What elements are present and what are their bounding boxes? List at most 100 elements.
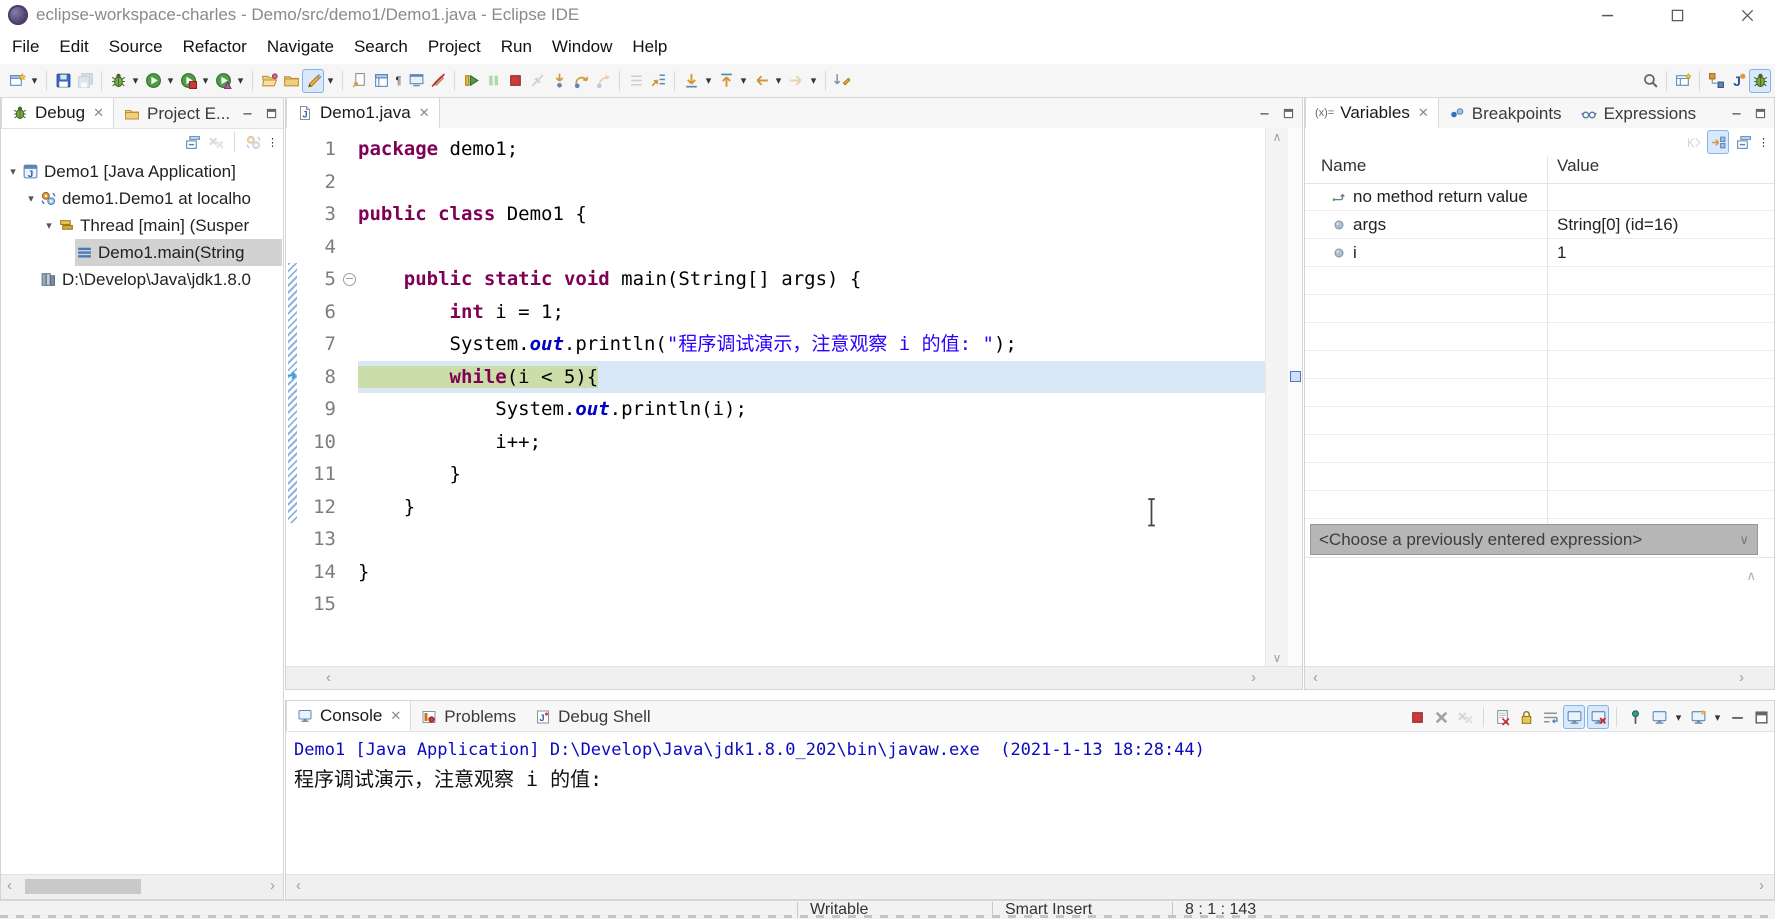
code-line-13[interactable]: 13 [300, 523, 1267, 556]
link-with-editor-icon[interactable] [348, 69, 370, 93]
code-line-8[interactable]: 8 while(i < 5){ [300, 360, 1267, 393]
java-perspective-icon[interactable]: J [1727, 69, 1749, 93]
show-type-names-icon[interactable]: K [1682, 130, 1704, 154]
show-stderr-console-icon[interactable] [1587, 705, 1609, 729]
previous-annotation-menu-icon[interactable]: ▾ [737, 69, 750, 93]
show-whitespace-icon[interactable]: ¶ [392, 69, 405, 93]
minimize-icon[interactable] [1726, 705, 1748, 729]
back-icon[interactable] [750, 69, 772, 93]
expander-icon[interactable]: ▾ [41, 219, 57, 232]
scroll-left-icon[interactable]: ‹ [1313, 669, 1318, 686]
close-tab-icon[interactable]: ✕ [419, 105, 430, 121]
maximize-window-button[interactable] [1666, 4, 1688, 26]
menu-source[interactable]: Source [99, 37, 173, 57]
resume-icon[interactable] [460, 69, 482, 93]
word-wrap-icon[interactable] [1539, 705, 1561, 729]
toggle-mark-occurrences-icon[interactable] [302, 68, 324, 93]
close-window-button[interactable] [1736, 4, 1758, 26]
pin-console-icon[interactable] [1624, 705, 1646, 729]
tree-item[interactable]: ▾ J Demo1 [Java Application] [1, 158, 282, 185]
line-number[interactable]: 7 [300, 328, 341, 361]
tab-problems[interactable]: Problems [411, 702, 525, 731]
terminate-icon[interactable] [504, 69, 526, 93]
maximize-icon[interactable] [1750, 705, 1772, 729]
open-console-menu-icon[interactable]: ▾ [1711, 705, 1724, 729]
expander-icon[interactable]: ▾ [5, 165, 21, 178]
scrollbar-thumb[interactable] [25, 879, 141, 894]
view-menu-icon[interactable]: ⋮ [1757, 130, 1770, 154]
maximize-view-icon[interactable] [1752, 105, 1768, 121]
back-menu-icon[interactable]: ▾ [772, 69, 785, 93]
line-number[interactable]: 11 [300, 458, 341, 491]
previous-annotation-icon[interactable] [715, 69, 737, 93]
open-console-icon[interactable] [1687, 705, 1709, 729]
tab-project-explorer[interactable]: Project E... [114, 99, 239, 128]
code-line-4[interactable]: 4 [300, 231, 1267, 264]
variable-detail-pane[interactable]: ∧ [1305, 557, 1774, 667]
open-perspective-icon[interactable] [1672, 69, 1694, 93]
forward-menu-icon[interactable]: ▾ [807, 69, 820, 93]
minimize-view-icon[interactable] [1256, 105, 1272, 121]
chevron-down-icon[interactable]: ∨ [1739, 532, 1757, 548]
code-line-10[interactable]: 10 i++; [300, 426, 1267, 459]
variable-row-i[interactable]: i1 [1305, 239, 1774, 267]
code-line-6[interactable]: 6 int i = 1; [300, 296, 1267, 329]
tab-expressions[interactable]: Expressions [1571, 99, 1706, 128]
menu-help[interactable]: Help [622, 37, 677, 57]
variables-hscrollbar[interactable]: ‹ › [1305, 666, 1774, 689]
scroll-right-icon[interactable]: › [270, 877, 275, 894]
scroll-left-icon[interactable]: ‹ [326, 669, 331, 686]
remove-all-launches-icon[interactable] [1454, 705, 1476, 729]
run-icon[interactable] [142, 69, 164, 93]
line-number[interactable]: 12 [300, 491, 341, 524]
disconnect-icon[interactable] [526, 69, 548, 93]
step-into-icon[interactable] [548, 69, 570, 93]
remove-launch-icon[interactable] [1430, 705, 1452, 729]
forward-icon[interactable] [785, 69, 807, 93]
tree-item[interactable]: ▾ demo1.Demo1 at localho [1, 185, 282, 212]
minimize-window-button[interactable] [1596, 4, 1618, 26]
menu-file[interactable]: File [2, 37, 49, 57]
code-line-15[interactable]: 15 [300, 588, 1267, 621]
line-number[interactable]: 4 [300, 231, 341, 264]
code-line-3[interactable]: 3 public class Demo1 { [300, 198, 1267, 231]
new-wizard-menu-icon[interactable]: ▾ [28, 69, 41, 93]
code-editor[interactable]: 1 package demo1; 2 3 public class Demo1 {4 5 … [286, 128, 1267, 667]
editor-vscrollbar[interactable]: ∧ ∨ [1265, 128, 1288, 667]
block-selection-icon[interactable] [427, 69, 449, 93]
debug-icon[interactable] [107, 69, 129, 93]
last-edit-location-icon[interactable] [831, 69, 853, 93]
console-hscrollbar[interactable]: ‹ › [286, 874, 1774, 899]
profile-icon[interactable] [212, 69, 234, 93]
column-value[interactable]: Value [1547, 156, 1599, 183]
scroll-right-icon[interactable]: › [1739, 669, 1744, 686]
save-icon[interactable] [52, 69, 74, 93]
line-number[interactable]: 3 [300, 198, 341, 231]
save-all-icon[interactable] [74, 69, 96, 93]
line-number[interactable]: 15 [300, 588, 341, 621]
menu-refactor[interactable]: Refactor [173, 37, 257, 57]
next-annotation-icon[interactable] [680, 69, 702, 93]
tab-demo1-java[interactable]: J Demo1.java ✕ [286, 97, 440, 128]
show-logical-structure-icon[interactable] [1707, 130, 1729, 154]
debug-menu-icon[interactable]: ▾ [129, 69, 142, 93]
maximize-view-icon[interactable] [1280, 105, 1296, 121]
search-icon[interactable] [1639, 69, 1661, 93]
menu-run[interactable]: Run [491, 37, 542, 57]
display-selected-console-icon[interactable] [1648, 705, 1670, 729]
close-tab-icon[interactable]: ✕ [1418, 105, 1429, 121]
close-tab-icon[interactable]: ✕ [93, 105, 104, 121]
tree-item[interactable]: ▾ Thread [main] (Susper [1, 212, 282, 239]
show-selected-element-icon[interactable] [370, 69, 392, 93]
show-stdout-console-icon[interactable] [1563, 705, 1585, 729]
code-line-2[interactable]: 2 [300, 166, 1267, 199]
minimize-view-icon[interactable] [239, 105, 255, 121]
code-line-12[interactable]: 12 } [300, 491, 1267, 524]
variable-row-no[interactable]: no method return value [1305, 183, 1774, 211]
collapse-all-icon[interactable] [1732, 130, 1754, 154]
line-number[interactable]: 6 [300, 296, 341, 329]
terminate-icon[interactable] [1406, 705, 1428, 729]
suspend-icon[interactable] [482, 69, 504, 93]
line-number[interactable]: 10 [300, 426, 341, 459]
show-skipped-breakpoints-icon[interactable] [625, 69, 647, 93]
